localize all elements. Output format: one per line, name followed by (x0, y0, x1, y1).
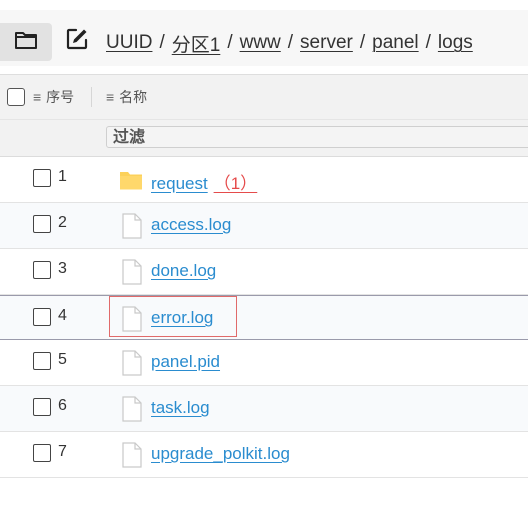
path-bar: UUID / 分区1 / www / server / panel / logs (0, 10, 528, 66)
file-name-text: panel.pid (151, 352, 221, 371)
breadcrumb-separator: / (359, 32, 366, 53)
table-row[interactable]: 3 done.log (0, 249, 528, 295)
folder-icon (14, 30, 38, 55)
row-checkbox[interactable] (33, 169, 51, 187)
row-index: 1 (58, 168, 67, 185)
row-index: 5 (58, 351, 67, 368)
table-body: 1 request （1） 2 access.log 3 done.log 4 error.lo… (0, 157, 528, 478)
row-checkbox[interactable] (33, 308, 51, 326)
row-index: 6 (58, 397, 67, 414)
select-all-checkbox[interactable] (7, 88, 25, 106)
column-header-name[interactable]: ≡ 名称 (106, 87, 147, 107)
row-checkbox[interactable] (33, 215, 51, 233)
row-checkbox[interactable] (33, 444, 51, 462)
file-name-text: error.log (151, 308, 214, 327)
file-name-text: access.log (151, 215, 232, 234)
table-row[interactable]: 4 error.log (0, 295, 528, 340)
breadcrumb-separator: / (425, 32, 431, 53)
item-count: （1） (213, 174, 258, 193)
file-name-link[interactable]: error.log (151, 308, 213, 328)
breadcrumb-separator: / (227, 32, 233, 53)
breadcrumb: UUID / 分区1 / www / server / panel / logs (106, 30, 473, 56)
row-index: 2 (58, 214, 67, 231)
breadcrumb-item[interactable]: server (300, 32, 353, 54)
filter-input[interactable]: 过滤 (106, 126, 528, 148)
file-icon (121, 306, 143, 332)
file-icon (121, 442, 143, 468)
column-header-index[interactable]: ≡ 序号 (33, 87, 74, 107)
column-menu-icon: ≡ (106, 89, 115, 105)
row-index: 3 (58, 260, 67, 277)
file-icon (121, 350, 143, 376)
breadcrumb-item[interactable]: logs (438, 32, 473, 54)
file-name-link[interactable]: upgrade_polkit.log (151, 444, 290, 464)
column-menu-icon: ≡ (33, 89, 42, 105)
row-checkbox[interactable] (33, 261, 51, 279)
table-row[interactable]: 5 panel.pid (0, 340, 528, 386)
file-icon (121, 213, 143, 239)
breadcrumb-item[interactable]: UUID (106, 32, 152, 54)
edit-icon (65, 27, 89, 56)
row-checkbox[interactable] (33, 352, 51, 370)
folder-view-button[interactable] (0, 23, 52, 61)
column-divider[interactable] (91, 87, 92, 107)
row-index: 7 (58, 443, 67, 460)
breadcrumb-item[interactable]: panel (372, 32, 419, 54)
file-icon (121, 396, 143, 422)
table-row[interactable]: 6 task.log (0, 386, 528, 432)
row-index: 4 (58, 307, 67, 324)
edit-path-button[interactable] (64, 28, 90, 54)
breadcrumb-item[interactable]: www (240, 32, 281, 54)
row-checkbox[interactable] (33, 398, 51, 416)
breadcrumb-separator: / (159, 32, 165, 53)
folder-icon (120, 167, 143, 193)
file-name-link[interactable]: done.log (151, 261, 216, 281)
file-name-link[interactable]: request （1） (151, 169, 257, 194)
file-name-text: request (151, 174, 208, 193)
file-browser: UUID / 分区1 / www / server / panel / logs ≡ 序号 ≡ 名称… (0, 0, 528, 510)
file-table: ≡ 序号 ≡ 名称 过滤 1 request （1） 2 access.log 3 done… (0, 74, 528, 478)
file-name-link[interactable]: task.log (151, 398, 210, 418)
breadcrumb-item[interactable]: 分区1 (172, 30, 221, 57)
table-row[interactable]: 7 upgrade_polkit.log (0, 432, 528, 478)
breadcrumb-separator: / (287, 32, 294, 53)
file-name-text: done.log (151, 261, 217, 280)
file-name-text: upgrade_polkit.log (151, 444, 290, 463)
file-name-link[interactable]: access.log (151, 215, 231, 235)
table-row[interactable]: 2 access.log (0, 203, 528, 249)
file-icon (121, 259, 143, 285)
file-name-text: task.log (151, 398, 210, 417)
file-name-link[interactable]: panel.pid (151, 352, 220, 372)
column-label-index: 序号 (46, 89, 75, 105)
column-label-name: 名称 (119, 89, 148, 105)
table-row[interactable]: 1 request （1） (0, 157, 528, 203)
filter-row: 过滤 (0, 120, 528, 157)
table-header: ≡ 序号 ≡ 名称 (0, 75, 528, 120)
